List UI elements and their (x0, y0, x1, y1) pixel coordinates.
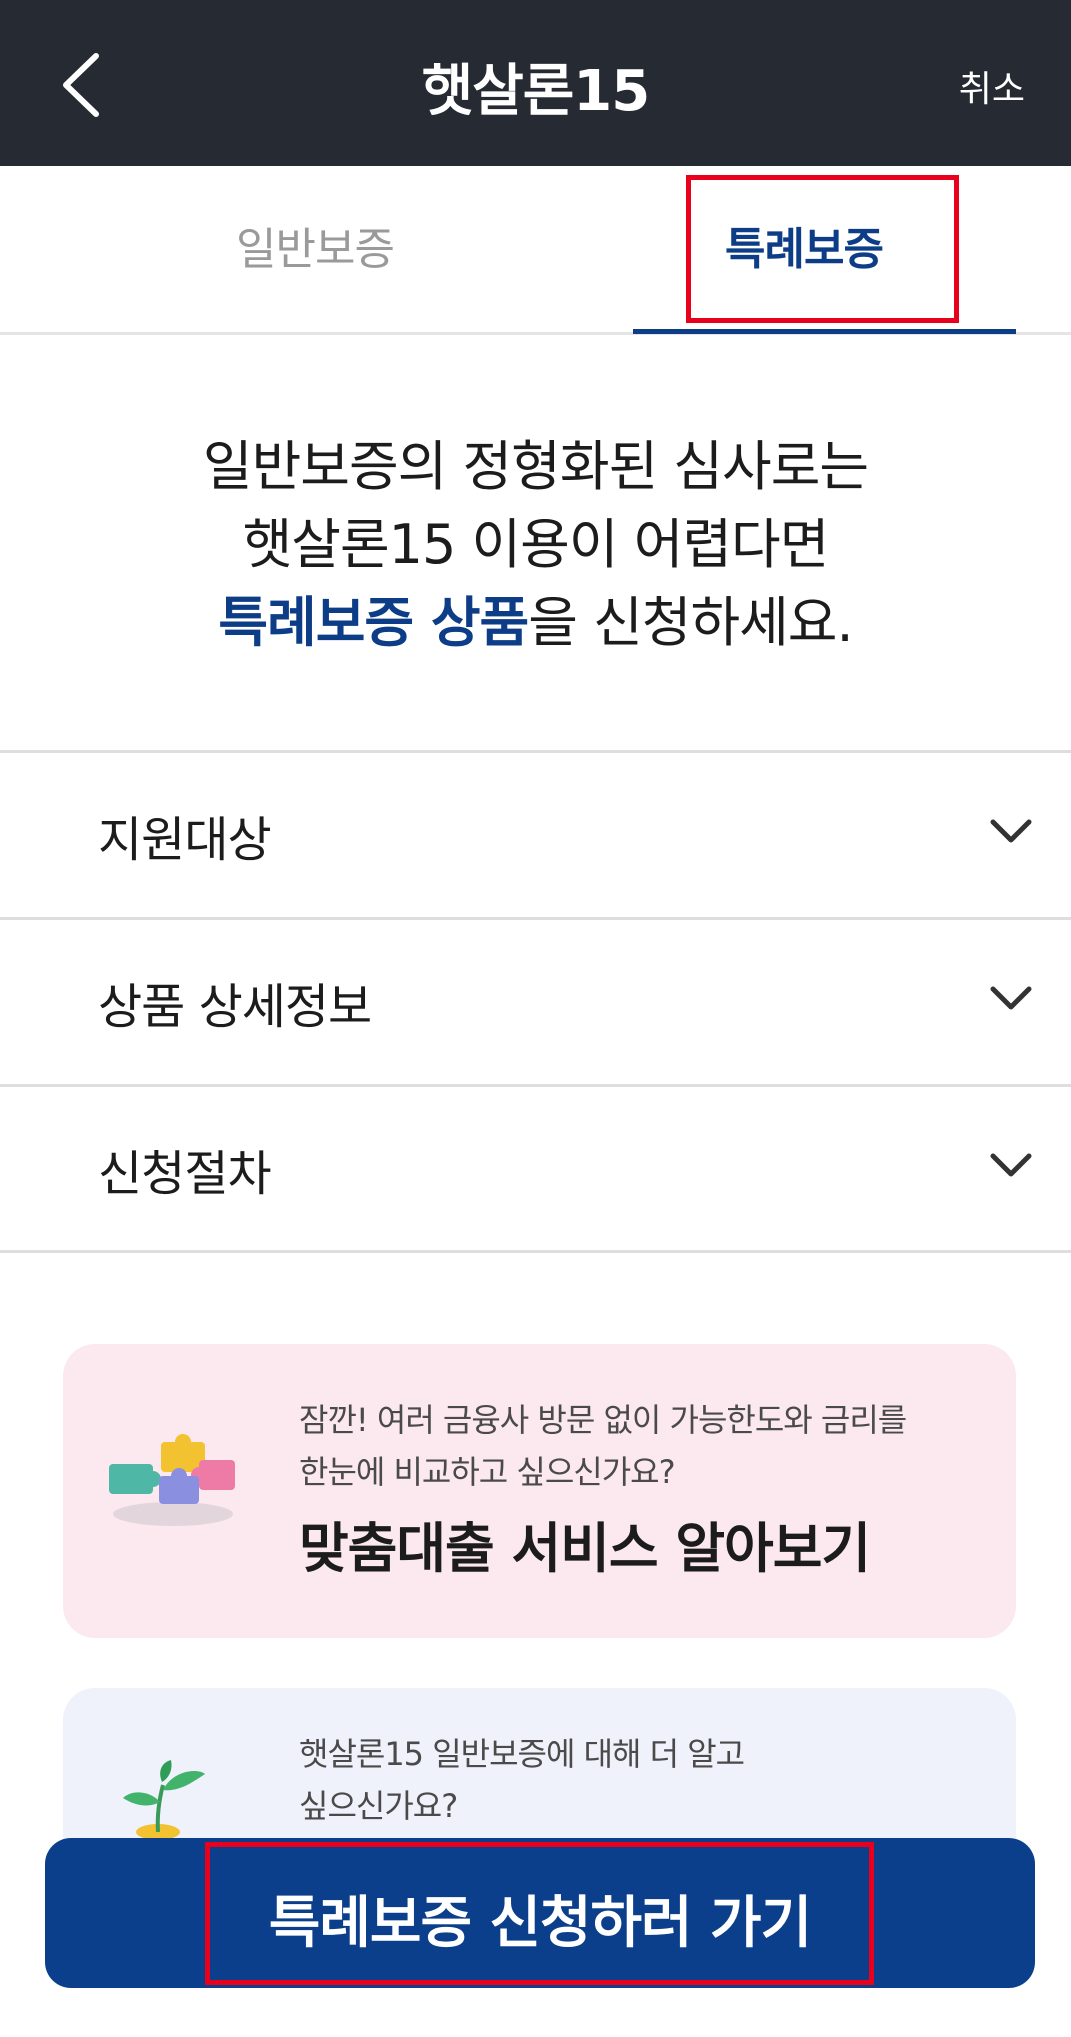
intro-line-3-rest: 을 신청하세요. (528, 591, 853, 654)
promo-subtext-2: 싶으신가요? (299, 1787, 458, 1825)
intro-text: 일반보증의 정형화된 심사로는 햇살론15 이용이 어렵다면 특례보증 상품을 … (0, 428, 1071, 662)
accordion-application-procedure[interactable]: 신청절차 (0, 1084, 1071, 1251)
intro-line-2: 햇살론15 이용이 어렵다면 (242, 513, 830, 576)
puzzle-icon (109, 1434, 235, 1526)
accordion-product-details[interactable]: 상품 상세정보 (0, 917, 1071, 1084)
accordion-support-target[interactable]: 지원대상 (0, 750, 1071, 917)
intro-line-1: 일반보증의 정형화된 심사로는 (202, 435, 869, 498)
chevron-down-icon (990, 1153, 1032, 1177)
intro-line-3: 특례보증 상품을 신청하세요. (0, 584, 1071, 662)
chevron-down-icon (990, 986, 1032, 1010)
sprout-icon (123, 1760, 205, 1840)
accordion-label: 상품 상세정보 (98, 979, 372, 1035)
promo-title: 맞춤대출 서비스 알아보기 (299, 1517, 871, 1580)
accordion-label: 신청절차 (98, 1146, 272, 1202)
accordion-divider (0, 1250, 1071, 1253)
page-title: 햇살론15 (421, 59, 651, 124)
cancel-button[interactable]: 취소 (959, 60, 1025, 112)
top-app-bar: 햇살론15 취소 (0, 0, 1071, 166)
active-tab-indicator (633, 329, 1016, 334)
promo-subtext-1: 햇살론15 일반보증에 대해 더 알고 (299, 1735, 745, 1773)
tab-general-guarantee[interactable]: 일반보증 (85, 166, 545, 334)
promo-subtext-1: 잠깐! 여러 금융사 방문 없이 가능한도와 금리를 (299, 1401, 907, 1439)
accordion-label: 지원대상 (98, 812, 272, 868)
highlight-box-tab (686, 175, 959, 323)
highlight-box-cta (205, 1842, 874, 1985)
intro-accent-text: 특례보증 상품 (218, 591, 529, 654)
chevron-down-icon (990, 819, 1032, 843)
promo-card-custom-loan[interactable]: 잠깐! 여러 금융사 방문 없이 가능한도와 금리를 한눈에 비교하고 싶으신가… (63, 1344, 1016, 1638)
promo-subtext-2: 한눈에 비교하고 싶으신가요? (299, 1453, 676, 1491)
